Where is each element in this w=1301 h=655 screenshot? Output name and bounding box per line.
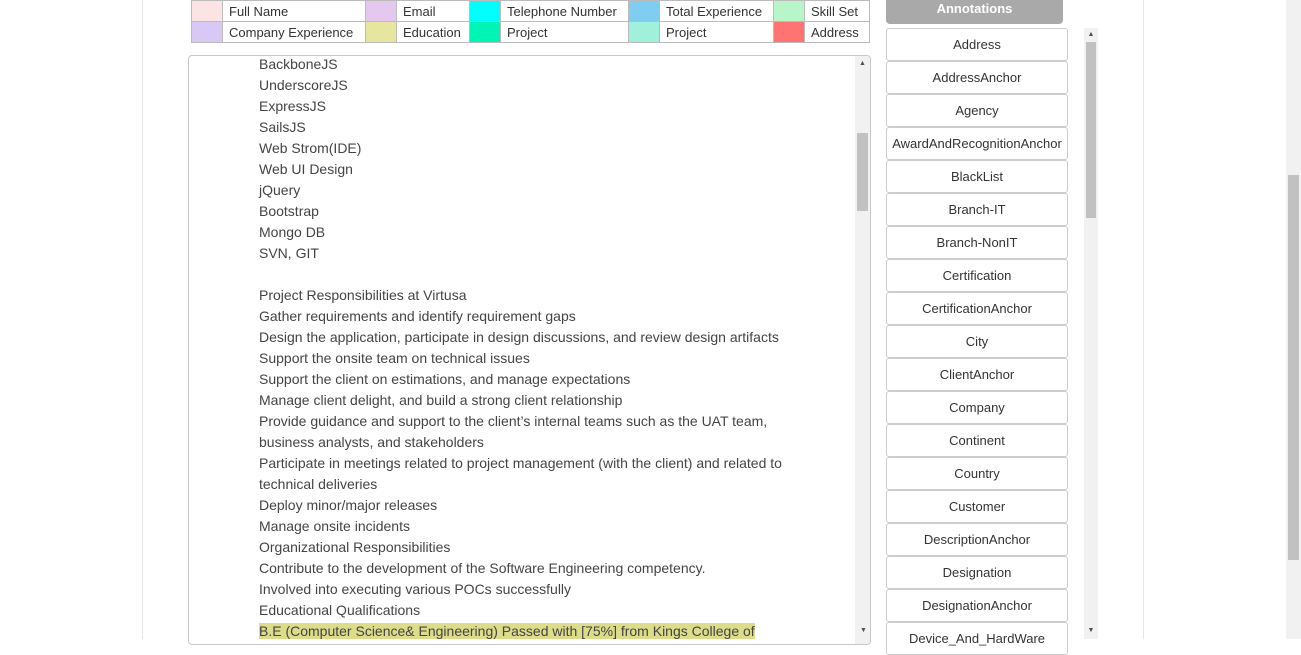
legend-label: Company Experience: [222, 21, 366, 43]
document-viewer[interactable]: BackboneJS UnderscoreJS ExpressJS SailsJS We…: [188, 55, 871, 645]
annotation-button[interactable]: BlackList: [886, 160, 1068, 193]
education-annotation-highlight[interactable]: B.E (Computer Science& Engineering) Pass…: [259, 623, 755, 639]
annotation-color-legend: Full Name Email Telephone Number Total Expe…: [191, 0, 870, 43]
annotation-button[interactable]: Address: [886, 28, 1068, 61]
legend-label: Telephone Number: [500, 0, 629, 22]
document-line: ExpressJS: [259, 98, 326, 114]
legend-row: Company Experience Education Project Projec…: [191, 21, 870, 43]
document-line: Participate in meetings related to proje…: [259, 455, 782, 471]
annotation-button[interactable]: AddressAnchor: [886, 61, 1068, 94]
document-line: jQuery: [259, 182, 301, 198]
document-line: Web Strom(IDE): [259, 140, 362, 156]
annotation-button[interactable]: CertificationAnchor: [886, 292, 1068, 325]
document-line: Deploy minor/major releases: [259, 497, 438, 513]
legend-label: Skill Set: [804, 0, 870, 22]
legend-label: Full Name: [222, 0, 366, 22]
document-line: Project Responsibilities at Virtusa: [259, 287, 467, 303]
annotations-scrollbar[interactable]: ▲ ▼: [1084, 28, 1098, 639]
legend-swatch: [191, 21, 223, 43]
document-line: Bootstrap: [259, 203, 319, 219]
legend-swatch: [628, 0, 660, 22]
legend-swatch: [773, 21, 805, 43]
annotation-button[interactable]: Continent: [886, 424, 1068, 457]
scroll-down-arrow-icon[interactable]: ▼: [1084, 625, 1098, 637]
document-line: Manage onsite incidents: [259, 518, 410, 534]
document-line: BackboneJS: [259, 56, 338, 72]
document-line: business analysts, and stakeholders: [259, 434, 484, 450]
legend-label: Education: [396, 21, 470, 43]
legend-row: Full Name Email Telephone Number Total Expe…: [191, 0, 870, 22]
legend-swatch: [191, 0, 223, 22]
annotations-header: Annotations: [886, 0, 1063, 24]
legend-label: Total Experience: [659, 0, 774, 22]
document-line: Educational Qualifications: [259, 602, 421, 618]
annotation-button[interactable]: ClientAnchor: [886, 358, 1068, 391]
document-text: BackboneJS UnderscoreJS ExpressJS SailsJS We…: [259, 56, 849, 642]
annotation-button[interactable]: Customer: [886, 490, 1068, 523]
legend-swatch: [469, 21, 501, 43]
document-line: UnderscoreJS: [259, 77, 348, 93]
annotation-button[interactable]: Branch-IT: [886, 193, 1068, 226]
annotation-button[interactable]: Branch-NonIT: [886, 226, 1068, 259]
legend-label: Address: [804, 21, 870, 43]
annotation-button[interactable]: City: [886, 325, 1068, 358]
legend-label: Project: [659, 21, 774, 43]
page-scrollbar[interactable]: [1286, 0, 1301, 639]
legend-swatch: [469, 0, 501, 22]
annotation-button[interactable]: Agency: [886, 94, 1068, 127]
document-line: Support the onsite team on technical iss…: [259, 350, 530, 366]
legend-label: Project: [500, 21, 629, 43]
legend-label: Email: [396, 0, 470, 22]
document-line: SailsJS: [259, 119, 306, 135]
legend-swatch: [773, 0, 805, 22]
document-line: Mongo DB: [259, 224, 326, 240]
document-line: Contribute to the development of the Sof…: [259, 560, 706, 576]
document-line: Organizational Responsibilities: [259, 539, 451, 555]
document-scrollbar-thumb[interactable]: [857, 133, 868, 211]
annotation-button[interactable]: Certification: [886, 259, 1068, 292]
annotation-button[interactable]: AwardAndRecognitionAnchor: [886, 127, 1068, 160]
document-line: SVN, GIT: [259, 245, 319, 261]
annotations-list: Address AddressAnchor Agency AwardAndRecogn…: [886, 28, 1068, 655]
legend-swatch: [365, 21, 397, 43]
annotation-button[interactable]: Designation: [886, 556, 1068, 589]
annotations-scrollbar-thumb[interactable]: [1086, 42, 1096, 218]
document-line: Web UI Design: [259, 161, 353, 177]
document-line: technical deliveries: [259, 476, 378, 492]
annotation-button[interactable]: Company: [886, 391, 1068, 424]
document-line: Manage client delight, and build a stron…: [259, 392, 623, 408]
legend-swatch: [628, 21, 660, 43]
document-line: Design the application, participate in d…: [259, 329, 779, 345]
document-line: Provide guidance and support to the clie…: [259, 413, 768, 429]
document-line: Support the client on estimations, and m…: [259, 371, 631, 387]
legend-swatch: [365, 0, 397, 22]
document-line: Involved into executing various POCs suc…: [259, 581, 572, 597]
document-scrollbar[interactable]: ▲: [855, 56, 870, 644]
annotation-button[interactable]: DesignationAnchor: [886, 589, 1068, 622]
annotation-button[interactable]: Country: [886, 457, 1068, 490]
scroll-up-arrow-icon[interactable]: ▲: [1084, 29, 1098, 41]
scroll-up-arrow-icon[interactable]: ▲: [855, 58, 870, 70]
scroll-down-arrow-icon[interactable]: ▼: [856, 625, 871, 637]
annotation-button[interactable]: DescriptionAnchor: [886, 523, 1068, 556]
document-line: Gather requirements and identify require…: [259, 308, 576, 324]
page-scrollbar-thumb[interactable]: [1288, 175, 1299, 560]
